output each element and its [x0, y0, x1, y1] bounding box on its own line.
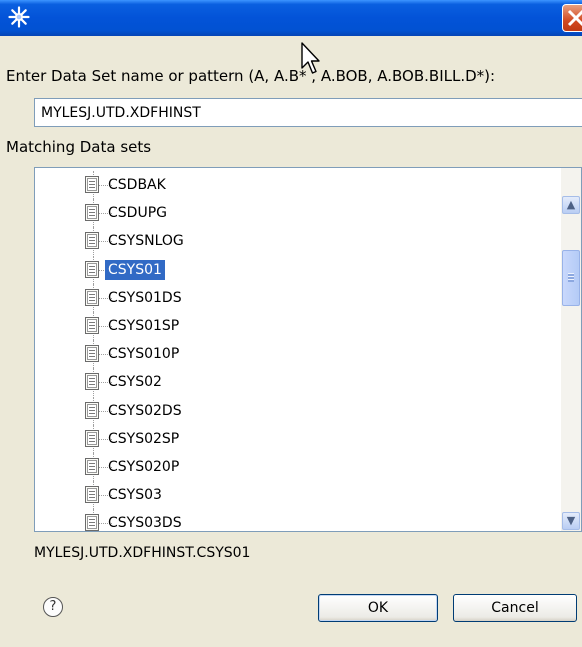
data-set-file-icon: [85, 232, 99, 250]
tree-item[interactable]: CSYS03DS: [35, 509, 555, 532]
tree-item[interactable]: CSYS01DS: [35, 283, 555, 312]
data-set-file-icon: [85, 317, 99, 334]
matching-data-sets-label: Matching Data sets: [6, 138, 152, 156]
tree-item-label: CSYS02DS: [108, 402, 182, 419]
selected-path-label: MYLESJ.UTD.XDFHINST.CSYS01: [34, 545, 251, 561]
data-set-name-value: MYLESJ.UTD.XDFHINST: [41, 105, 201, 121]
tree-item[interactable]: CSYS02DS: [35, 396, 555, 425]
data-set-file-icon: [85, 288, 99, 306]
tree-item-label: CSDBAK: [108, 177, 166, 193]
data-set-file-icon: [85, 401, 99, 419]
tree-item[interactable]: CSYS010P: [35, 340, 555, 369]
tree-item[interactable]: CSYS020P: [35, 453, 555, 481]
tree-item[interactable]: CSDUPG: [35, 199, 555, 228]
grip-icon: [568, 273, 574, 282]
tree-item-label: CSDUPG: [108, 205, 167, 222]
tree-item[interactable]: CSYS01SP: [35, 312, 555, 340]
tree-item-label: CSYS03: [108, 487, 162, 504]
pattern-prompt-label: Enter Data Set name or pattern (A, A.B* …: [6, 67, 496, 85]
data-set-name-input[interactable]: MYLESJ.UTD.XDFHINST: [34, 98, 582, 127]
tree-item-label: CSYS03DS: [108, 515, 182, 532]
chevron-up-icon: ▲: [566, 198, 576, 211]
tree-item-label: CSYS01DS: [108, 289, 182, 306]
data-set-file-icon: [85, 345, 99, 363]
help-button[interactable]: ?: [43, 597, 63, 617]
data-set-file-icon: [85, 486, 99, 504]
title-bar[interactable]: [0, 0, 582, 36]
vertical-scrollbar[interactable]: ▲ ▼: [561, 168, 581, 531]
data-set-file-icon: [85, 176, 99, 193]
tree-item-label: CSYS020P: [108, 459, 180, 475]
tree-item-label: CSYS02: [108, 374, 162, 391]
tree-item[interactable]: CSYS01: [35, 255, 555, 284]
close-x-icon: [567, 9, 582, 27]
ok-button[interactable]: OK: [318, 594, 438, 622]
tree-item-label: CSYS02SP: [108, 430, 180, 447]
scroll-up-button[interactable]: ▲: [562, 196, 580, 214]
tree-item[interactable]: CSYSNLOG: [35, 227, 555, 256]
star-burst-icon: [8, 6, 30, 28]
data-set-file-icon: [85, 458, 99, 475]
close-button[interactable]: [562, 4, 582, 32]
tree-item[interactable]: CSYS02SP: [35, 424, 555, 453]
scroll-thumb[interactable]: [562, 250, 580, 306]
matching-data-sets-tree[interactable]: CSDBAK CSDUPG CSYSNLOG CSYS01 CSYS01DS CSYS01…: [34, 167, 582, 532]
tree-item-label: CSYS01SP: [108, 318, 180, 334]
tree-item-label: CSYSNLOG: [108, 233, 184, 250]
data-set-file-icon: [85, 429, 99, 447]
scroll-down-button[interactable]: ▼: [562, 512, 580, 530]
tree-item[interactable]: CSYS03: [35, 481, 555, 510]
cancel-button[interactable]: Cancel: [453, 594, 577, 622]
tree-item-label: CSYS01: [105, 259, 165, 280]
tree-item-label: CSYS010P: [108, 346, 180, 363]
data-set-file-icon: [85, 204, 99, 222]
data-set-file-icon: [85, 373, 99, 391]
tree-item[interactable]: CSYS02: [35, 368, 555, 397]
tree-item[interactable]: CSDBAK: [35, 171, 555, 199]
data-set-file-icon: [85, 260, 99, 278]
chevron-down-icon: ▼: [566, 514, 576, 527]
data-set-file-icon: [85, 514, 99, 531]
